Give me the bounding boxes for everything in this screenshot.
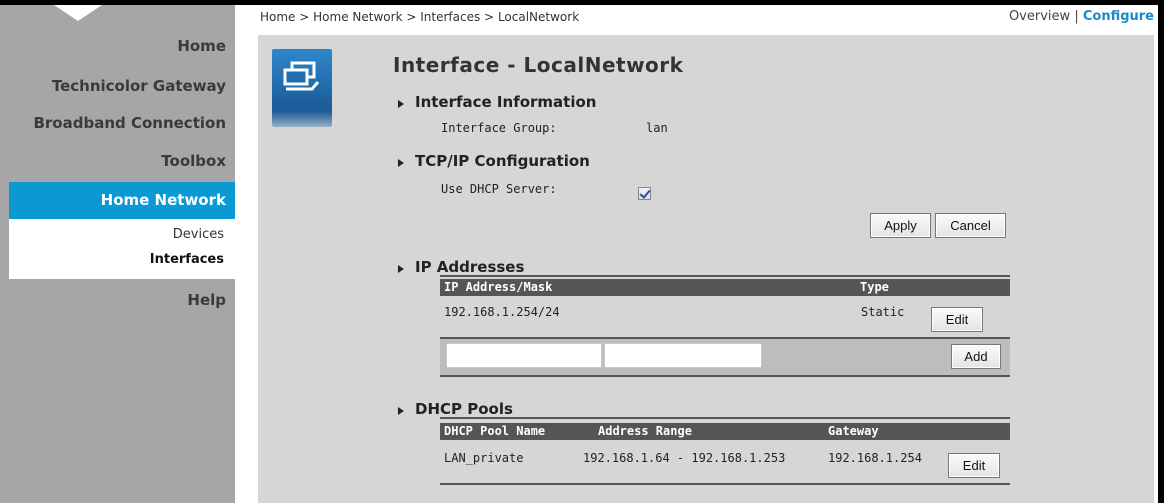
- network-interface-icon: [272, 49, 332, 127]
- main-panel: Interface - LocalNetwork Interface Infor…: [258, 35, 1154, 503]
- section-arrow-icon: [398, 407, 404, 415]
- table-top-rule: [440, 417, 1010, 419]
- cancel-button[interactable]: Cancel: [935, 213, 1006, 238]
- section-interface-information: Interface Information: [415, 93, 597, 111]
- window-frame-right: [1158, 0, 1164, 503]
- sidebar-item-toolbox[interactable]: Toolbox: [161, 152, 226, 170]
- icon-shine: [272, 111, 332, 127]
- breadcrumb-interfaces[interactable]: Interfaces: [420, 10, 480, 24]
- section-arrow-icon: [398, 265, 404, 273]
- add-ip-button[interactable]: Add: [951, 344, 1001, 369]
- view-mode-separator: |: [1074, 9, 1079, 24]
- column-header-address-range: Address Range: [598, 424, 692, 438]
- breadcrumb-separator: >: [406, 10, 417, 24]
- subnav-item-devices[interactable]: Devices: [173, 227, 224, 242]
- dhcp-pool-name-cell: LAN_private: [444, 451, 524, 465]
- view-mode-links: Overview | Configure: [1009, 9, 1154, 24]
- add-ip-row: Add: [440, 339, 1010, 375]
- section-arrow-icon: [398, 100, 404, 108]
- sidebar-item-home-network[interactable]: Home Network: [9, 182, 235, 219]
- table-bottom-rule: [440, 375, 1010, 377]
- section-ip-addresses: IP Addresses: [415, 258, 525, 276]
- new-ip-mask-input[interactable]: [604, 343, 762, 368]
- page-title: Interface - LocalNetwork: [393, 53, 684, 77]
- column-header-gateway: Gateway: [828, 424, 879, 438]
- column-header-pool-name: DHCP Pool Name: [444, 424, 546, 438]
- sidebar-subnav: Devices Interfaces: [9, 219, 235, 279]
- sidebar: Home Technicolor Gateway Broadband Conne…: [0, 5, 235, 503]
- table-header: DHCP Pool Name Address Range Gateway: [440, 423, 1010, 440]
- table-bottom-rule: [440, 483, 1010, 485]
- section-tcpip-configuration: TCP/IP Configuration: [415, 152, 590, 170]
- sidebar-item-label: Home Network: [100, 191, 226, 209]
- dhcp-gateway-cell: 192.168.1.254: [828, 451, 922, 465]
- breadcrumb-home-network[interactable]: Home Network: [313, 10, 402, 24]
- table-top-rule: [440, 275, 1010, 277]
- breadcrumb-separator: >: [299, 10, 310, 24]
- breadcrumb-bar: Home > Home Network > Interfaces > Local…: [235, 5, 1158, 28]
- sidebar-item-help[interactable]: Help: [187, 291, 226, 309]
- dhcp-address-range-cell: 192.168.1.64 - 192.168.1.253: [583, 451, 786, 465]
- section-dhcp-pools: DHCP Pools: [415, 400, 513, 418]
- ip-address-cell: 192.168.1.254/24: [444, 305, 560, 319]
- apply-button[interactable]: Apply: [870, 213, 931, 238]
- table-header: IP Address/Mask Type: [440, 279, 1010, 296]
- edit-dhcp-pool-button[interactable]: Edit: [948, 453, 1000, 478]
- interface-group-value: lan: [646, 121, 668, 135]
- column-header-ip-address: IP Address/Mask: [444, 280, 553, 294]
- breadcrumb-separator: >: [484, 10, 495, 24]
- breadcrumb-current: LocalNetwork: [497, 10, 580, 24]
- sidebar-item-broadband-connection[interactable]: Broadband Connection: [33, 114, 226, 132]
- section-arrow-icon: [398, 159, 404, 167]
- edit-ip-button[interactable]: Edit: [931, 307, 983, 332]
- use-dhcp-server-checkbox[interactable]: [638, 187, 651, 200]
- sidebar-item-home[interactable]: Home: [177, 37, 226, 55]
- ip-type-cell: Static: [861, 305, 905, 319]
- configure-link[interactable]: Configure: [1083, 9, 1154, 24]
- breadcrumb-home[interactable]: Home: [260, 10, 295, 24]
- use-dhcp-server-label: Use DHCP Server:: [441, 182, 557, 196]
- sidebar-item-technicolor-gateway[interactable]: Technicolor Gateway: [52, 77, 226, 95]
- breadcrumb: Home > Home Network > Interfaces > Local…: [260, 10, 579, 24]
- sidebar-notch: [54, 5, 102, 21]
- new-ip-address-input[interactable]: [446, 343, 602, 368]
- column-header-type: Type: [860, 280, 889, 294]
- overview-link[interactable]: Overview: [1009, 9, 1070, 24]
- subnav-item-interfaces[interactable]: Interfaces: [150, 252, 224, 267]
- interface-group-label: Interface Group:: [441, 121, 557, 135]
